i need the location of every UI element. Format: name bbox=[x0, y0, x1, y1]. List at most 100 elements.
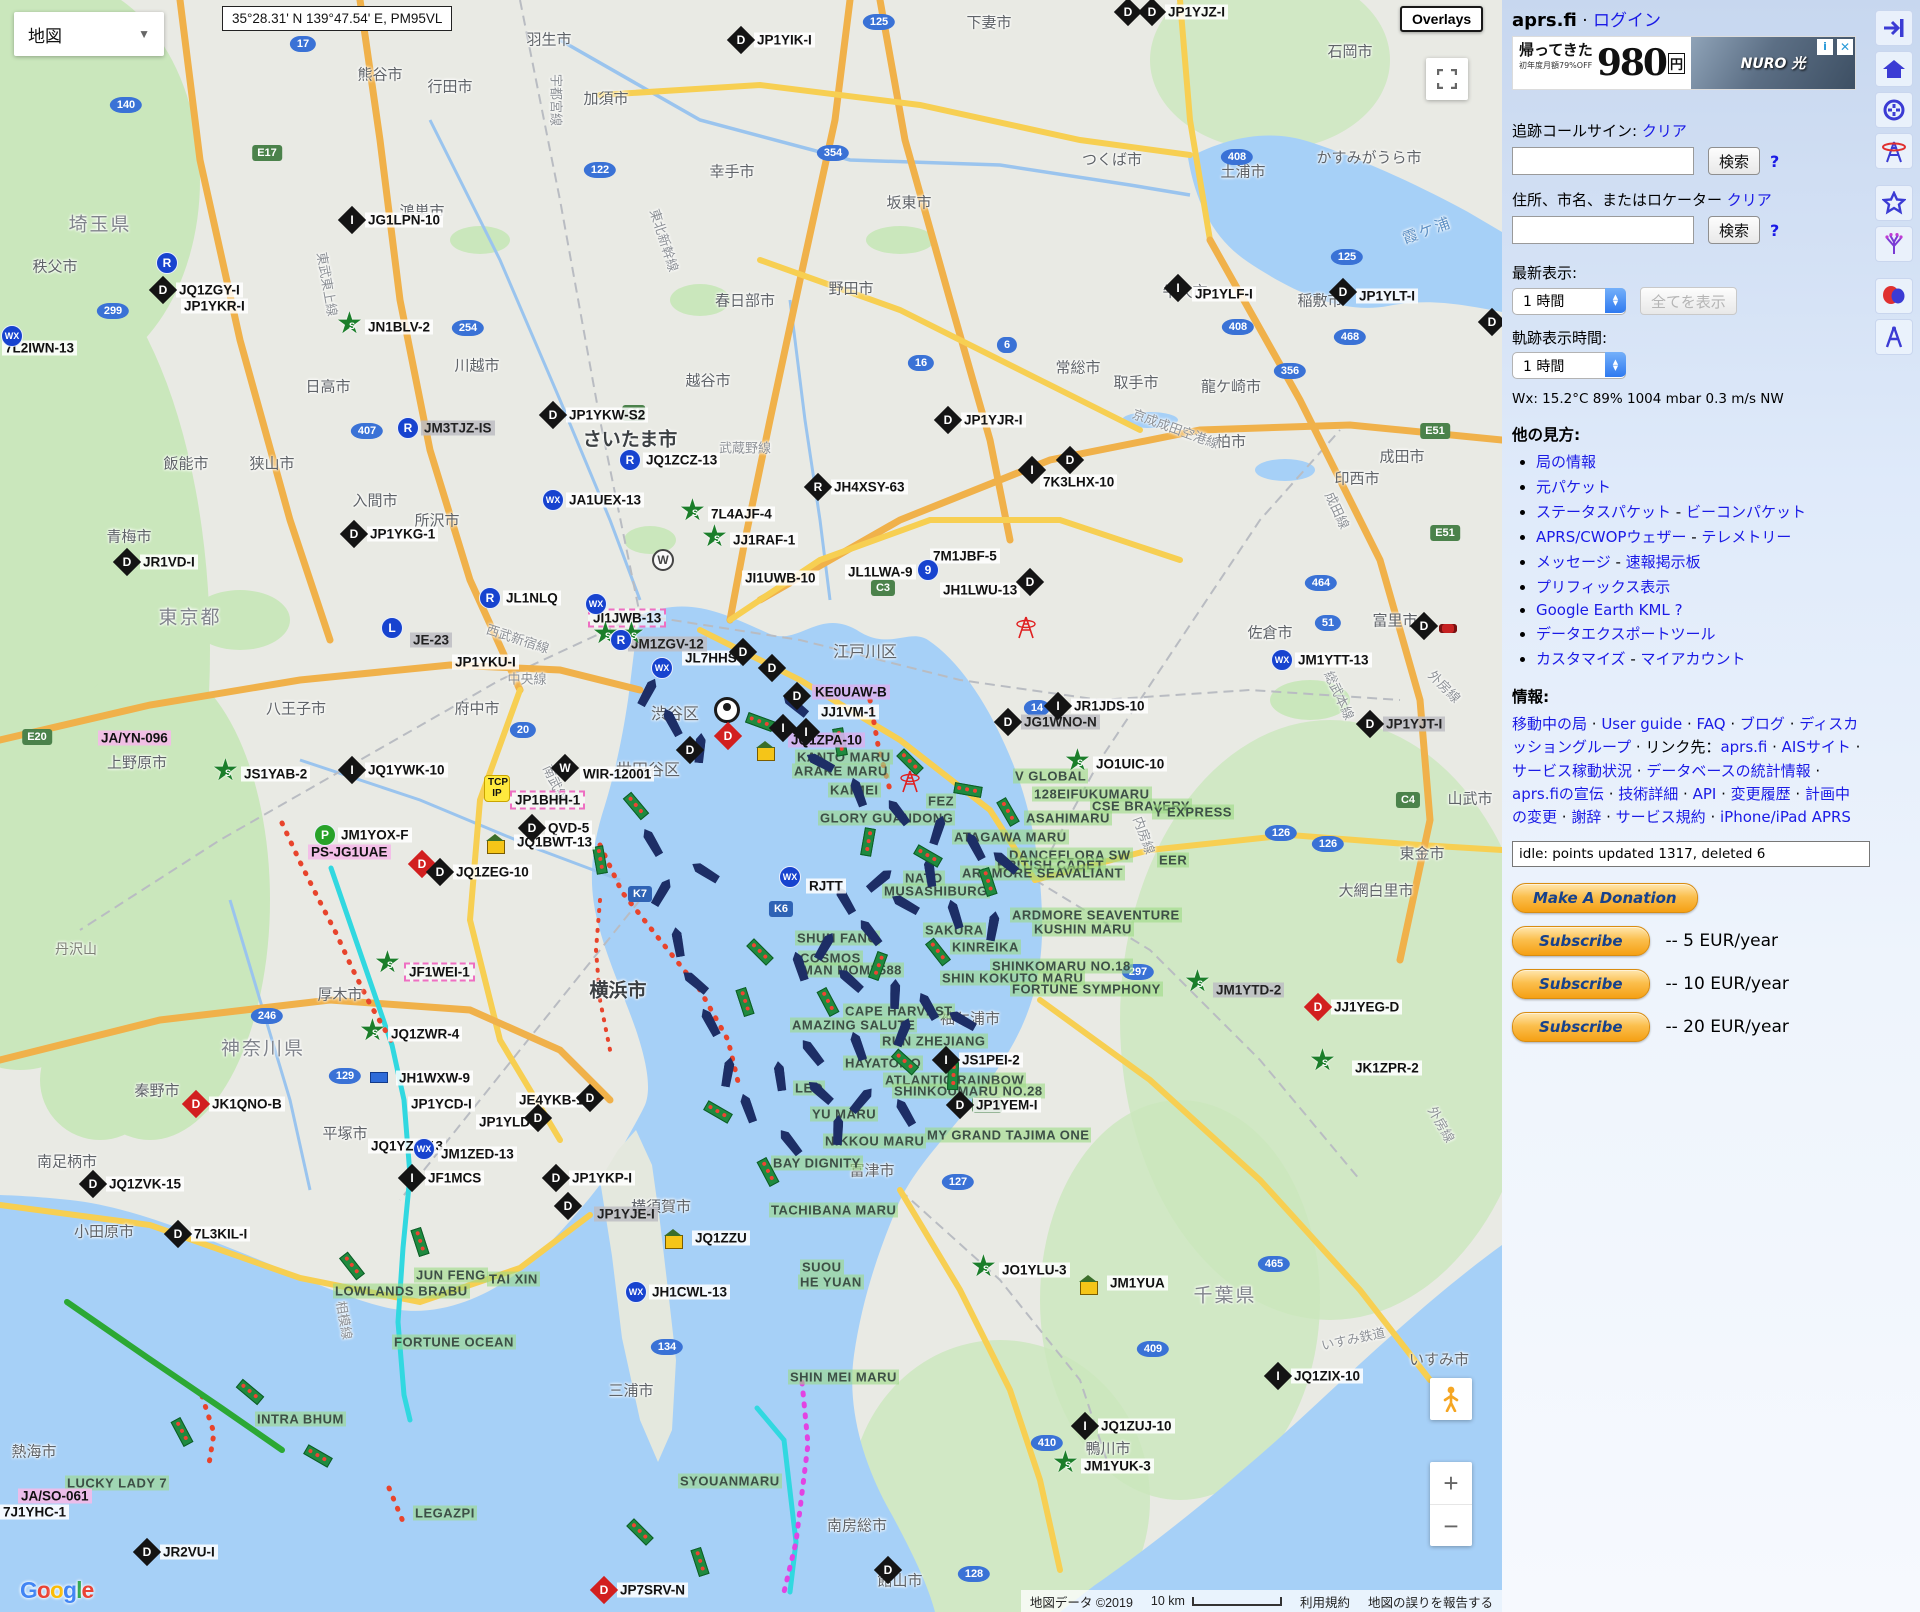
ship-label[interactable]: HE YUAN bbox=[798, 1275, 864, 1290]
login-arrow-icon[interactable] bbox=[1875, 10, 1913, 46]
station-label[interactable]: JM1YOX-F bbox=[338, 828, 412, 843]
station-marker-dD[interactable]: D bbox=[759, 655, 785, 681]
station-marker-dD[interactable]: D bbox=[1330, 279, 1356, 305]
ship-label[interactable]: FORTUNE OCEAN bbox=[392, 1335, 516, 1350]
home-icon[interactable] bbox=[1875, 51, 1913, 87]
station-marker-cP[interactable]: P bbox=[312, 822, 338, 848]
station-marker-dD[interactable]: D bbox=[543, 1165, 569, 1191]
sidebar-link[interactable]: データベースの統計情報 bbox=[1646, 762, 1810, 780]
station-label[interactable]: JF1MCS bbox=[425, 1171, 484, 1186]
station-label[interactable]: JP1YIK-I bbox=[754, 33, 815, 48]
station-marker-sS[interactable]: ★S bbox=[362, 1021, 388, 1047]
station-label[interactable]: JP1YJR-I bbox=[961, 413, 1026, 428]
station-label[interactable]: JE-23 bbox=[410, 633, 452, 648]
station-label[interactable]: JQ1ZWR-4 bbox=[388, 1027, 462, 1042]
station-marker-dI[interactable]: I bbox=[933, 1047, 959, 1073]
station-label[interactable]: JP1YKU-I bbox=[452, 655, 519, 670]
station-marker-cWX[interactable]: WX bbox=[0, 323, 25, 349]
station-label[interactable]: JA1UEX-13 bbox=[566, 493, 644, 508]
donate-button[interactable]: Make A Donation bbox=[1512, 883, 1698, 913]
address-search-button[interactable]: 検索 bbox=[1708, 216, 1760, 244]
ship-label[interactable]: MY GRAND TAJIMA ONE bbox=[925, 1128, 1091, 1143]
station-label[interactable]: JP1YKG-1 bbox=[367, 527, 438, 542]
station-marker-hs[interactable] bbox=[757, 739, 783, 765]
subscribe-button[interactable]: Subscribe bbox=[1512, 926, 1650, 956]
sidebar-link[interactable]: Google Earth KML bbox=[1536, 601, 1670, 619]
station-label[interactable]: JJ1RAF-1 bbox=[730, 533, 798, 548]
station-marker-dD[interactable]: D bbox=[730, 639, 756, 665]
station-label[interactable]: JP1YLT-I bbox=[1356, 289, 1418, 304]
station-label[interactable]: JQ1ZGY-I bbox=[176, 283, 243, 298]
sidebar-link[interactable]: 移動中の局 bbox=[1512, 715, 1587, 733]
sidebar-link[interactable]: User guide bbox=[1601, 715, 1682, 733]
station-marker-sS[interactable]: ★S bbox=[1187, 972, 1213, 998]
station-marker-sS[interactable]: ★S bbox=[973, 1257, 999, 1283]
station-label[interactable]: JM1YTT-13 bbox=[1295, 653, 1372, 668]
map-canvas[interactable]: 埼玉県東京都神奈川県千葉県さいたま市横浜市熊谷市行田市羽生市加須市幸手市下妻市石… bbox=[0, 0, 1502, 1612]
station-label[interactable]: 7J1YHC-1 bbox=[0, 1505, 69, 1520]
station-marker-dD[interactable]: D bbox=[114, 549, 140, 575]
station-label[interactable]: JP1YJT-I bbox=[1383, 717, 1445, 732]
zoom-out-button[interactable]: − bbox=[1430, 1505, 1472, 1547]
station-marker-cWX[interactable]: WX bbox=[623, 1279, 649, 1305]
station-label[interactable]: 7L3KIL-I bbox=[191, 1227, 250, 1242]
ad-close-icon[interactable]: ✕ bbox=[1837, 39, 1853, 55]
station-label[interactable]: JS1PEI-2 bbox=[959, 1053, 1023, 1068]
station-marker-tw[interactable] bbox=[900, 769, 926, 795]
station-label[interactable]: JM1YUK-3 bbox=[1081, 1459, 1154, 1474]
ship-label[interactable]: SUOU bbox=[800, 1260, 844, 1275]
station-marker-dD[interactable]: D bbox=[1479, 309, 1502, 335]
station-label[interactable]: JO1YLU-3 bbox=[999, 1263, 1070, 1278]
ship-label[interactable]: KUSHIN MARU bbox=[1032, 922, 1134, 937]
station-label[interactable]: QVD-5 bbox=[545, 821, 592, 836]
station-label[interactable]: JP1YCD-I bbox=[408, 1097, 475, 1112]
station-marker-rD[interactable]: D bbox=[183, 1091, 209, 1117]
trail-length-select[interactable]: 1 時間 ▲▼ bbox=[1512, 352, 1626, 379]
sidebar-link[interactable]: ブログ bbox=[1740, 715, 1785, 733]
ship-label[interactable]: ARAKE MARU bbox=[792, 764, 890, 779]
station-marker-dI[interactable]: I bbox=[339, 757, 365, 783]
station-label[interactable]: JH1WXW-9 bbox=[396, 1071, 473, 1086]
station-marker-dD[interactable]: D bbox=[427, 859, 453, 885]
station-marker-sS[interactable]: ★S bbox=[704, 527, 730, 553]
report-error-link[interactable]: 地図の誤りを報告する bbox=[1359, 1590, 1502, 1612]
station-marker-dD[interactable]: D bbox=[519, 815, 545, 841]
station-marker-sS[interactable]: ★S bbox=[1067, 751, 1093, 777]
station-label[interactable]: JP1BHH-1 bbox=[510, 791, 585, 810]
sidebar-link[interactable]: サービス稼動状況 bbox=[1512, 762, 1632, 780]
station-marker-wW[interactable]: W bbox=[650, 547, 676, 573]
station-label[interactable]: JK1ZPR-2 bbox=[1352, 1061, 1422, 1076]
station-marker-dD[interactable]: D bbox=[540, 402, 566, 428]
station-marker-rD[interactable]: D bbox=[1305, 994, 1331, 1020]
station-marker-dD[interactable]: D bbox=[935, 407, 961, 433]
station-marker-dD[interactable]: D bbox=[341, 521, 367, 547]
station-marker-cR[interactable]: R bbox=[617, 447, 643, 473]
station-marker-dD[interactable]: D bbox=[1057, 447, 1083, 473]
station-label[interactable]: JQ1ZIX-10 bbox=[1291, 1369, 1363, 1384]
sidebar-link[interactable]: 速報掲示板 bbox=[1626, 553, 1701, 571]
balloon-icon[interactable] bbox=[1875, 278, 1913, 314]
sidebar-link[interactable]: aprs.fiの宣伝 bbox=[1512, 785, 1604, 803]
station-marker-dD[interactable]: D bbox=[947, 1092, 973, 1118]
station-label[interactable]: JP1YJE-I bbox=[594, 1207, 658, 1222]
station-label[interactable]: JA/SO-061 bbox=[18, 1489, 92, 1504]
station-label[interactable]: JQ1ZEG-10 bbox=[453, 865, 532, 880]
sidebar-link[interactable]: ビーコンパケット bbox=[1686, 503, 1806, 521]
sidebar-link[interactable]: aprs.fi bbox=[1720, 738, 1767, 756]
sidebar-link[interactable]: カスタマイズ bbox=[1536, 650, 1626, 668]
station-marker-dW[interactable]: W bbox=[552, 755, 578, 781]
station-label[interactable]: JQ1ZUJ-10 bbox=[1098, 1419, 1175, 1434]
prefix-tree-icon[interactable] bbox=[1875, 226, 1913, 262]
login-link[interactable]: ログイン bbox=[1593, 11, 1661, 31]
ship-label[interactable]: EER bbox=[1157, 853, 1189, 868]
station-marker-tw[interactable] bbox=[1016, 615, 1042, 641]
station-marker-cWX[interactable]: WX bbox=[411, 1136, 437, 1162]
station-label[interactable]: JP1YKR-I bbox=[181, 299, 248, 314]
ship-label[interactable]: KINREIKA bbox=[950, 940, 1021, 955]
station-marker-dD[interactable]: D bbox=[165, 1221, 191, 1247]
station-marker-dI[interactable]: I bbox=[793, 719, 819, 745]
station-marker-dD[interactable]: D bbox=[1411, 613, 1437, 639]
ship-label[interactable]: FEZ bbox=[926, 794, 956, 809]
station-label[interactable]: JL1LWA-9 bbox=[845, 565, 916, 580]
station-label[interactable]: JS1YAB-2 bbox=[241, 767, 310, 782]
